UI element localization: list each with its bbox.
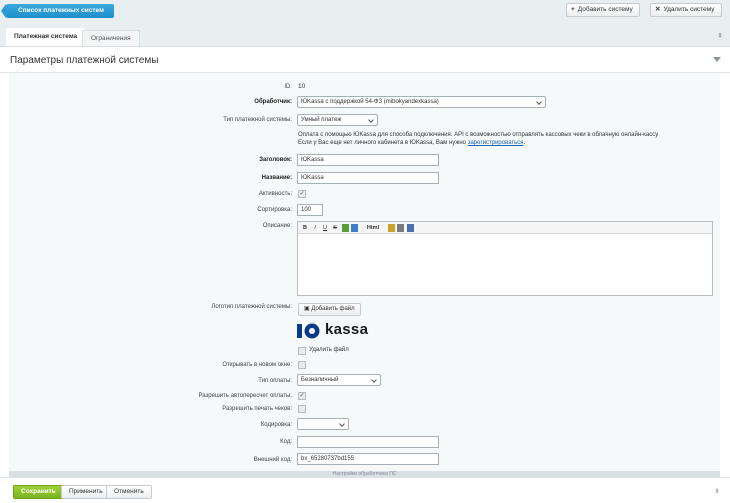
handler-select[interactable]: ЮKassa с поддержкой 54-ФЗ (mibokyandexka… bbox=[297, 96, 546, 108]
tab-payment-system[interactable]: Платежная система bbox=[6, 28, 86, 46]
delete-file-label: Удалить файл bbox=[309, 347, 349, 353]
add-file-button[interactable]: ▣ Добавить файл bbox=[298, 303, 361, 316]
encoding-label: Кодировка: bbox=[260, 422, 292, 428]
id-label: ID: bbox=[284, 84, 292, 90]
description-editor[interactable]: B I U S Html bbox=[297, 221, 713, 296]
top-toolbar: Список платежных систем + Добавить систем… bbox=[0, 0, 730, 21]
register-link[interactable]: зарегистрироваться bbox=[468, 140, 524, 146]
panel-title: Параметры платежной системы bbox=[10, 55, 159, 66]
allow-print-label: Разрешить печать чеков: bbox=[222, 406, 292, 412]
apply-button[interactable]: Применить bbox=[61, 485, 111, 499]
auto-recalc-label: Разрешить автопересчет оплаты: bbox=[198, 393, 292, 399]
sort-input[interactable]: 100 bbox=[297, 204, 323, 216]
description-note-line1: Оплата с помощью ЮKassa для способа подк… bbox=[298, 132, 659, 138]
delete-file-checkbox[interactable] bbox=[298, 347, 306, 355]
external-code-input[interactable]: bx_65280737bd155 bbox=[297, 453, 439, 465]
logo-text: kassa bbox=[325, 321, 369, 338]
save-button[interactable]: Сохранить bbox=[13, 485, 64, 499]
cancel-button[interactable]: Отменить bbox=[106, 485, 152, 499]
code-input[interactable] bbox=[297, 436, 439, 448]
active-label: Активность: bbox=[258, 191, 292, 197]
active-checkbox[interactable]: ✓ bbox=[298, 190, 306, 198]
paste-icon[interactable] bbox=[388, 224, 395, 232]
table-icon[interactable] bbox=[351, 224, 358, 232]
tab-bar: Платежная система Ограничения bbox=[0, 28, 730, 46]
pay-type-label: Тип оплаты: bbox=[258, 378, 292, 384]
handler-label: Обработчик: bbox=[254, 99, 292, 105]
tab-restrictions[interactable]: Ограничения bbox=[82, 30, 140, 46]
pin-footer-icon[interactable]: ⇟ bbox=[714, 487, 720, 495]
close-icon: ✕ bbox=[655, 6, 661, 13]
encoding-select[interactable] bbox=[297, 418, 349, 430]
collapse-icon[interactable] bbox=[713, 57, 721, 62]
bold-button[interactable]: B bbox=[301, 224, 309, 232]
fullscreen-icon[interactable] bbox=[407, 224, 414, 232]
editor-toolbar: B I U S Html bbox=[298, 222, 712, 234]
underline-button[interactable]: U bbox=[321, 224, 329, 232]
title-label: Заголовок: bbox=[259, 157, 292, 163]
code-label: Код: bbox=[280, 439, 292, 445]
plus-icon: + bbox=[571, 6, 575, 13]
new-window-label: Открывать в новом окне: bbox=[222, 362, 292, 368]
italic-button[interactable]: I bbox=[311, 224, 319, 232]
logo-label: Логотип платежной системы: bbox=[211, 304, 292, 310]
delete-system-button[interactable]: ✕ Удалить систему bbox=[650, 3, 722, 17]
yookassa-logo-icon bbox=[297, 323, 320, 339]
new-window-checkbox[interactable] bbox=[298, 361, 306, 369]
upload-icon: ▣ bbox=[304, 306, 310, 312]
pin-icon[interactable]: ⇞ bbox=[717, 32, 723, 40]
external-code-label: Внешний код: bbox=[253, 457, 292, 463]
name-input[interactable]: ЮKassa bbox=[297, 172, 439, 184]
pay-type-select[interactable]: Безналичный bbox=[297, 374, 381, 386]
name-label: Название: bbox=[261, 175, 292, 181]
strikethrough-button[interactable]: S bbox=[331, 224, 339, 232]
sort-label: Сортировка: bbox=[257, 207, 292, 213]
html-button[interactable]: Html bbox=[366, 224, 380, 232]
type-select[interactable]: Умный платеж bbox=[297, 114, 378, 126]
title-input[interactable]: ЮKassa bbox=[297, 154, 439, 166]
type-label: Тип платежной системы: bbox=[223, 117, 292, 123]
add-system-button[interactable]: + Добавить систему bbox=[566, 3, 640, 17]
id-value: 10 bbox=[298, 83, 306, 90]
back-to-list-button[interactable]: Список платежных систем bbox=[1, 4, 114, 18]
find-icon[interactable] bbox=[397, 224, 404, 232]
auto-recalc-checkbox[interactable]: ✓ bbox=[298, 392, 306, 400]
allow-print-checkbox[interactable] bbox=[298, 405, 306, 413]
description-note-line2: Если у Вас еще нет личного кабинета в ЮK… bbox=[298, 140, 526, 146]
image-icon[interactable] bbox=[342, 224, 349, 232]
description-label: Описание: bbox=[262, 223, 292, 229]
footer-bar: Сохранить Применить Отменить ⇟ bbox=[0, 477, 730, 503]
